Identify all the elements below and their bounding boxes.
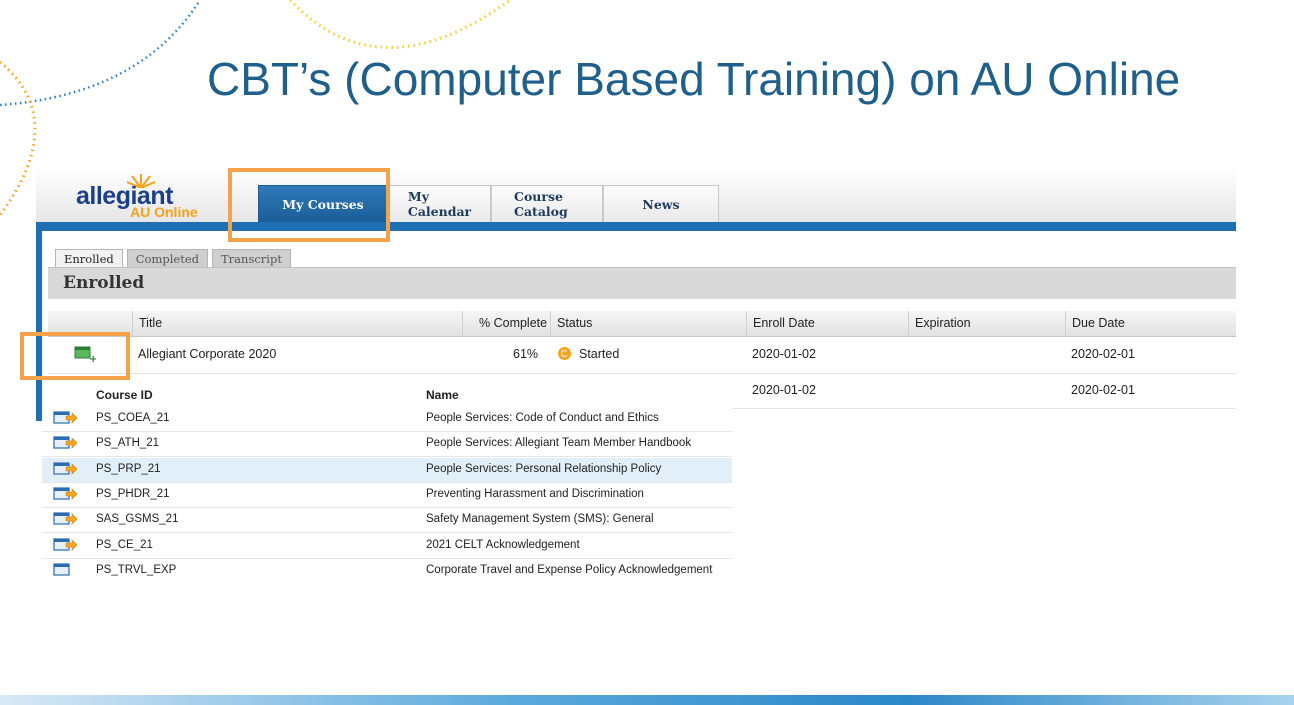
course-name[interactable]: People Services: Code of Conduct and Eth…: [426, 412, 659, 424]
due-date: 2020-02-01: [1071, 383, 1135, 397]
course-name[interactable]: Preventing Harassment and Discrimination: [426, 488, 644, 500]
top-bar: allegiant AU Online My Courses My Calend…: [36, 168, 1236, 223]
launch-course-icon[interactable]: [53, 512, 77, 526]
list-item[interactable]: PS_PHDR_21 Preventing Harassment and Disc…: [42, 483, 732, 508]
course-name[interactable]: Corporate Travel and Expense Policy Ackn…: [426, 564, 712, 576]
list-item[interactable]: PS_ATH_21 People Services: Allegiant Team…: [42, 432, 732, 458]
launch-course-icon[interactable]: [53, 487, 77, 501]
subtab-completed[interactable]: Completed: [126, 249, 209, 268]
table-row[interactable]: + Allegiant Corporate 2020 61% Started 2…: [48, 336, 1236, 374]
logo-subtitle: AU Online: [130, 204, 198, 220]
col-expiration-header[interactable]: Expiration: [908, 311, 1065, 336]
course-id[interactable]: PS_TRVL_EXP: [96, 564, 176, 576]
course-name[interactable]: People Services: Personal Relationship P…: [426, 463, 661, 475]
course-name[interactable]: 2021 CELT Acknowledgement: [426, 539, 580, 551]
nav-underline-band: [36, 222, 1236, 231]
col-enroll-date-header[interactable]: Enroll Date: [746, 311, 908, 336]
course-title[interactable]: Allegiant Corporate 2020: [138, 347, 276, 361]
allegiant-logo: allegiant AU Online: [76, 168, 246, 222]
list-item[interactable]: PS_CE_21 2021 CELT Acknowledgement: [42, 534, 732, 559]
course-name[interactable]: Safety Management System (SMS): General: [426, 513, 654, 525]
due-date: 2020-02-01: [1071, 347, 1135, 361]
subtab-enrolled[interactable]: Enrolled: [55, 249, 123, 268]
list-item[interactable]: PS_COEA_21 People Services: Code of Condu…: [42, 407, 732, 432]
percent-complete: 61%: [513, 347, 539, 361]
launch-course-icon[interactable]: [53, 537, 77, 552]
course-id[interactable]: PS_PHDR_21: [96, 488, 170, 500]
grid-header: Title % Complete Status Enroll Date Expi…: [48, 311, 1236, 337]
name-header: Name: [426, 388, 459, 402]
course-id[interactable]: SAS_GSMS_21: [96, 513, 178, 525]
col-due-date-header[interactable]: Due Date: [1065, 311, 1236, 336]
course-id-header: Course ID: [96, 388, 153, 402]
course-id[interactable]: PS_ATH_21: [96, 437, 159, 449]
col-percent-header[interactable]: % Complete: [462, 311, 550, 336]
course-id[interactable]: PS_COEA_21: [96, 412, 170, 424]
document-icon[interactable]: [53, 563, 77, 577]
course-id[interactable]: PS_CE_21: [96, 539, 153, 551]
tab-news[interactable]: News: [603, 185, 719, 222]
course-name[interactable]: People Services: Allegiant Team Member H…: [426, 437, 691, 449]
my-courses-highlight: [228, 168, 390, 242]
list-item[interactable]: PS_TRVL_EXP Corporate Travel and Expense …: [42, 559, 732, 583]
tab-my-calendar[interactable]: My Calendar: [388, 185, 491, 222]
enrollment-subtabs: Enrolled Completed Transcript: [55, 249, 291, 268]
tab-course-catalog[interactable]: Course Catalog: [491, 185, 603, 222]
enroll-date: 2020-01-02: [752, 383, 816, 397]
status-cell: Started: [558, 347, 619, 361]
section-title: Enrolled: [63, 273, 145, 293]
col-title-header[interactable]: Title: [132, 311, 462, 336]
slide-title: CBT’s (Computer Based Training) on AU On…: [207, 53, 1181, 105]
course-list-header: Course ID Name: [42, 383, 732, 407]
enroll-date: 2020-01-02: [752, 347, 816, 361]
list-item[interactable]: SAS_GSMS_21 Safety Management System (SMS…: [42, 508, 732, 534]
launch-course-icon[interactable]: [53, 436, 77, 450]
subtab-transcript[interactable]: Transcript: [212, 249, 291, 268]
course-list: Course ID Name PS_COEA_21 People Services…: [42, 383, 732, 583]
status-text: Started: [579, 347, 620, 361]
expand-icon-highlight: [20, 332, 130, 380]
list-item[interactable]: PS_PRP_21 People Services: Personal Relat…: [42, 457, 732, 483]
course-id[interactable]: PS_PRP_21: [96, 463, 161, 475]
footer-band: [0, 695, 1294, 705]
launch-course-icon[interactable]: [53, 461, 77, 476]
section-header: Enrolled: [48, 267, 1236, 299]
status-started-icon: [558, 347, 571, 360]
col-status-header[interactable]: Status: [550, 311, 746, 336]
launch-course-icon[interactable]: [53, 411, 77, 425]
